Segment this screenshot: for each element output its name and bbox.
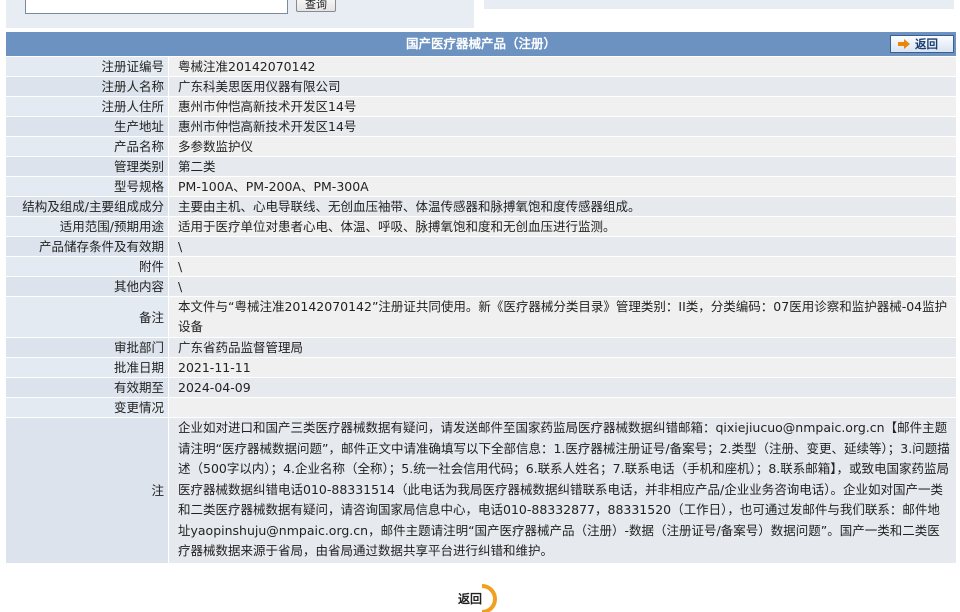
field-label: 适用范围/预期用途 [6,217,168,236]
field-label: 注册人名称 [6,77,168,96]
field-label: 结构及组成/主要组成成分 [6,197,168,216]
field-value [168,398,956,417]
field-label: 注 [6,418,168,563]
field-value: 惠州市仲恺高新技术开发区14号 [168,97,956,116]
field-label: 注册证编号 [6,57,168,76]
field-value: 粤械注准20142070142 [168,57,956,76]
table-title-bar: 国产医疗器械产品（注册） 返回 [6,32,956,56]
field-row-storage: 产品储存条件及有效期 \ [6,236,956,256]
field-row-management-category: 管理类别 第二类 [6,156,956,176]
field-value: 广东省药品监督管理局 [168,338,956,357]
field-label: 产品名称 [6,137,168,156]
field-value: 主要由主机、心电导联线、无创血压袖带、体温传感器和脉搏氧饱和度传感器组成。 [168,197,956,216]
field-label: 生产地址 [6,117,168,136]
field-value: 本文件与“粤械注准20142070142”注册证共同使用。新《医疗器械分类目录》… [168,297,956,337]
field-row-approval-date: 批准日期 2021-11-11 [6,357,956,377]
field-label: 变更情况 [6,398,168,417]
field-value: 广东科美思医用仪器有限公司 [168,77,956,96]
field-label: 型号规格 [6,177,168,196]
search-input[interactable] [25,0,288,14]
field-row-note: 注 企业如对进口和国产三类医疗器械数据有疑问，请发送邮件至国家药监局医疗器械数据… [6,417,956,563]
field-value: 2024-04-09 [168,378,956,397]
field-label: 备注 [6,297,168,337]
field-row-registration-number: 注册证编号 粤械注准20142070142 [6,56,956,76]
field-value: 企业如对进口和国产三类医疗器械数据有疑问，请发送邮件至国家药监局医疗器械数据纠错… [168,418,956,563]
arrow-right-icon [898,39,910,49]
field-label: 注册人住所 [6,97,168,116]
field-value: 多参数监护仪 [168,137,956,156]
right-panel [484,0,954,9]
field-row-registrant-name: 注册人名称 广东科美思医用仪器有限公司 [6,76,956,96]
search-button[interactable]: 查询 [296,0,336,12]
field-value: \ [168,237,956,256]
footer: 返回 [0,582,960,612]
page-title: 国产医疗器械产品（注册） [405,36,556,51]
field-row-model-spec: 型号规格 PM-100A、PM-200A、PM-300A [6,176,956,196]
field-value: 适用于医疗单位对患者心电、体温、呼吸、脉搏氧饱和度和无创血压进行监测。 [168,217,956,236]
field-row-valid-until: 有效期至 2024-04-09 [6,377,956,397]
back-button-top[interactable]: 返回 [890,35,954,53]
field-label: 有效期至 [6,378,168,397]
field-row-structure: 结构及组成/主要组成成分 主要由主机、心电导联线、无创血压袖带、体温传感器和脉搏… [6,196,956,216]
back-label: 返回 [458,592,483,606]
field-label: 审批部门 [6,338,168,357]
field-label: 产品储存条件及有效期 [6,237,168,256]
back-button-bottom[interactable]: 返回 [456,584,504,612]
field-value: 惠州市仲恺高新技术开发区14号 [168,117,956,136]
field-row-production-address: 生产地址 惠州市仲恺高新技术开发区14号 [6,116,956,136]
detail-table: 国产医疗器械产品（注册） 返回 注册证编号 粤械注准20142070142 注册… [6,32,956,563]
field-label: 管理类别 [6,157,168,176]
field-value: 第二类 [168,157,956,176]
field-value: \ [168,257,956,276]
field-value: \ [168,277,956,296]
field-row-remark: 备注 本文件与“粤械注准20142070142”注册证共同使用。新《医疗器械分类… [6,296,956,337]
back-label: 返回 [915,37,938,51]
field-row-intended-use: 适用范围/预期用途 适用于医疗单位对患者心电、体温、呼吸、脉搏氧饱和度和无创血压… [6,216,956,236]
field-value: PM-100A、PM-200A、PM-300A [168,177,956,196]
field-row-registrant-address: 注册人住所 惠州市仲恺高新技术开发区14号 [6,96,956,116]
field-row-other: 其他内容 \ [6,276,956,296]
field-value: 2021-11-11 [168,358,956,377]
field-label: 附件 [6,257,168,276]
field-row-attachment: 附件 \ [6,256,956,276]
field-label: 批准日期 [6,358,168,377]
field-row-approval-dept: 审批部门 广东省药品监督管理局 [6,337,956,357]
field-row-product-name: 产品名称 多参数监护仪 [6,136,956,156]
field-label: 其他内容 [6,277,168,296]
search-strip: 查询 [0,0,960,30]
field-row-changes: 变更情况 [6,397,956,417]
